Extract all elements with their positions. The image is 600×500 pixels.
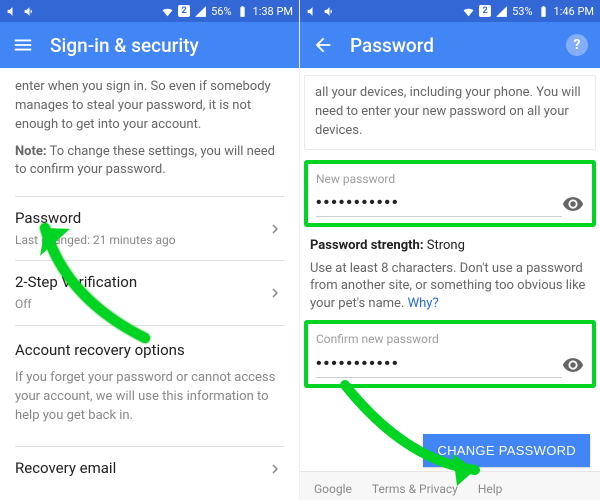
sim-indicator: 2 [479, 5, 491, 17]
field-label: Confirm new password [316, 331, 584, 348]
new-password-input[interactable] [316, 192, 562, 217]
clock-text: 1:46 PM [554, 5, 594, 18]
chevron-right-icon [266, 460, 284, 478]
footer-links: Google Terms & Privacy Help [300, 471, 600, 500]
volume-icon [323, 5, 336, 18]
footer-help-link[interactable]: Help [478, 481, 503, 498]
speaker-icon [6, 5, 19, 18]
signal-icon [194, 5, 207, 18]
item-subtitle: Off [15, 296, 137, 313]
page-title: Sign-in & security [50, 34, 199, 57]
app-bar: Password ? [300, 22, 600, 68]
new-password-field: New password [304, 160, 596, 227]
list-item-password[interactable]: Password Last changed: 21 minutes ago [15, 196, 284, 260]
footer-terms-link[interactable]: Terms & Privacy [372, 481, 458, 498]
screen-sign-in-security: 2 56% 1:38 PM Sign-in & security enter w… [0, 0, 300, 500]
intro-text: enter when you sign in. So even if someb… [15, 78, 284, 135]
chevron-right-icon [266, 284, 284, 302]
item-title: Password [15, 208, 176, 230]
page-title: Password [350, 34, 434, 57]
change-password-button[interactable]: CHANGE PASSWORD [423, 434, 590, 467]
info-box: all your devices, including your phone. … [304, 75, 596, 150]
wifi-icon [462, 5, 475, 18]
app-bar: Sign-in & security [0, 22, 299, 68]
clock-text: 1:38 PM [253, 5, 293, 18]
help-icon[interactable]: ? [566, 34, 588, 56]
menu-icon[interactable] [12, 34, 34, 56]
password-hint: Use at least 8 characters. Don't use a p… [310, 260, 590, 313]
battery-icon [236, 5, 249, 18]
confirm-password-field: Confirm new password [304, 320, 596, 387]
visibility-icon[interactable] [562, 354, 584, 376]
recovery-text: If you forget your password or cannot ac… [15, 369, 284, 426]
password-strength: Password strength: Strong [310, 237, 590, 256]
chevron-right-icon [266, 220, 284, 238]
info-text: all your devices, including your phone. … [315, 85, 581, 138]
wifi-icon [161, 5, 174, 18]
footer-google-link[interactable]: Google [314, 481, 352, 498]
screen-password: 2 53% 1:46 PM Password ? all your device… [300, 0, 600, 500]
list-item-recovery-email[interactable]: Recovery email [15, 446, 284, 491]
settings-list: Password Last changed: 21 minutes ago 2-… [15, 196, 284, 325]
battery-text: 53% [512, 5, 532, 18]
back-icon[interactable] [312, 34, 334, 56]
sim-indicator: 2 [178, 5, 190, 17]
content-area: all your devices, including your phone. … [300, 75, 600, 500]
note-text: Note: To change these settings, you will… [15, 143, 284, 181]
confirm-password-input[interactable] [316, 353, 562, 378]
status-bar: 2 53% 1:46 PM [300, 0, 600, 22]
battery-icon [537, 5, 550, 18]
item-title: Recovery email [15, 458, 116, 480]
item-subtitle: Last changed: 21 minutes ago [15, 232, 176, 249]
item-title: 2-Step Verification [15, 272, 137, 294]
recovery-heading: Account recovery options [15, 340, 284, 362]
field-label: New password [316, 171, 584, 188]
content-area: enter when you sign in. So even if someb… [0, 68, 299, 500]
why-link[interactable]: Why? [408, 296, 439, 311]
status-bar: 2 56% 1:38 PM [0, 0, 299, 22]
visibility-icon[interactable] [562, 193, 584, 215]
speaker-icon [306, 5, 319, 18]
volume-icon [23, 5, 36, 18]
signal-icon [495, 5, 508, 18]
list-item-2step[interactable]: 2-Step Verification Off [15, 260, 284, 325]
battery-text: 56% [211, 5, 231, 18]
